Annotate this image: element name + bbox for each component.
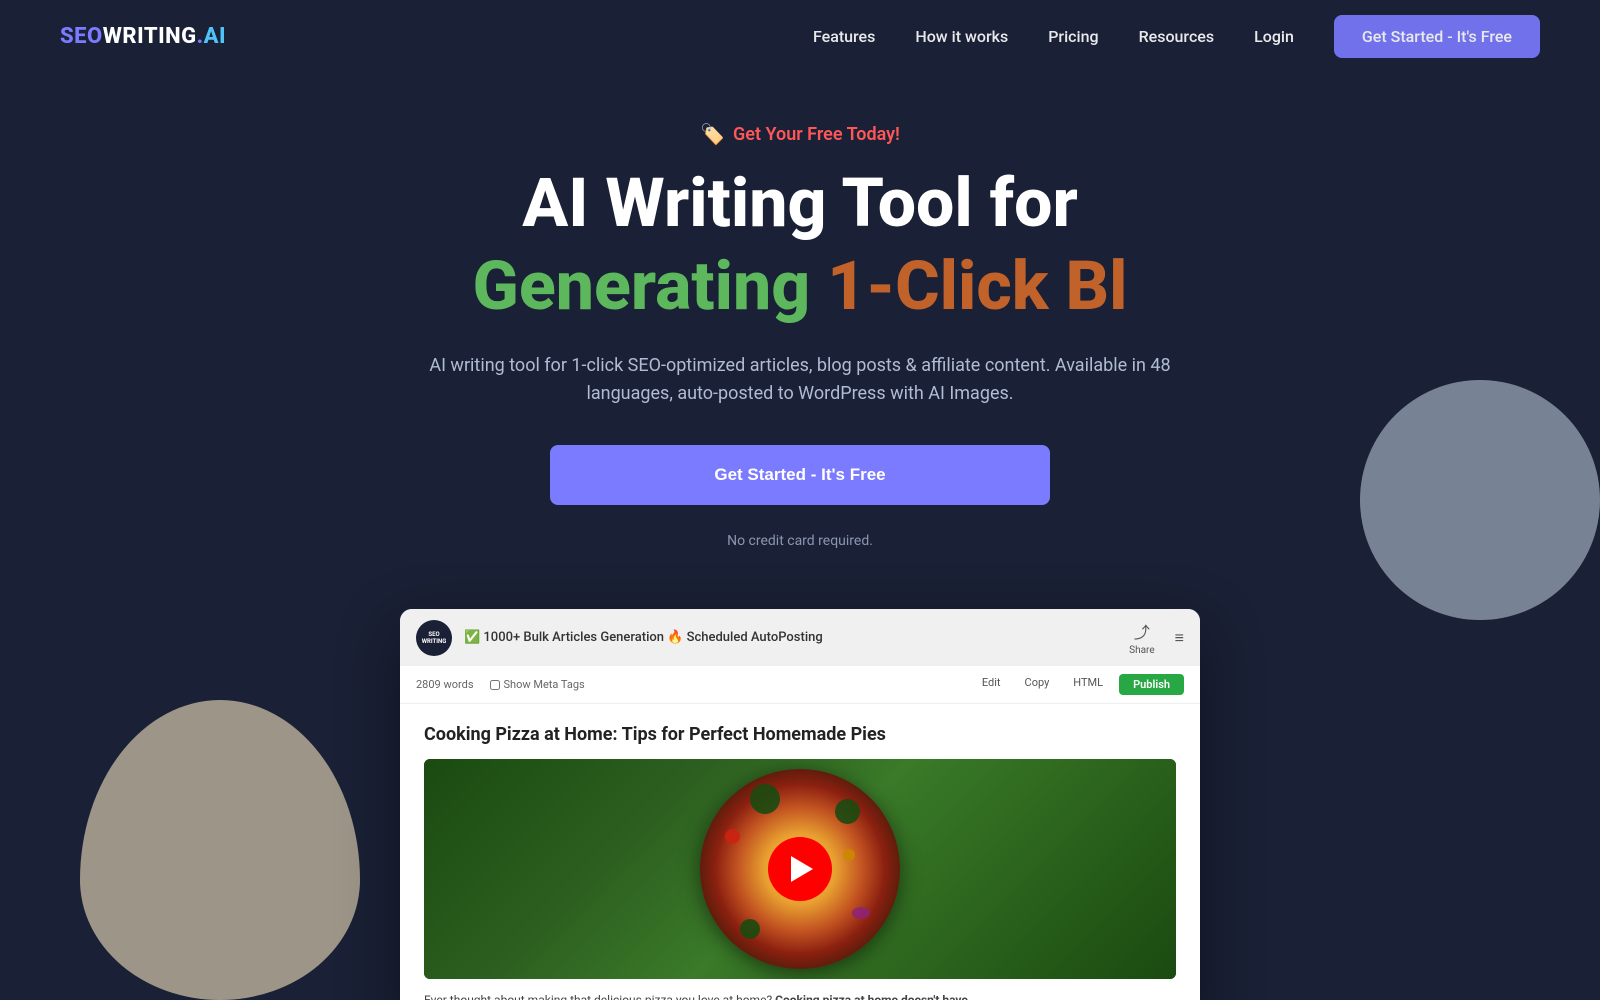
video-toolbar: SEOWRITING ✅ 1000+ Bulk Articles Generat…	[400, 609, 1200, 666]
video-content-bar: 2809 words Show Meta Tags Edit Copy HTML…	[400, 666, 1200, 704]
page-wrapper: SEOWRITING.AI Features How it works Pric…	[0, 0, 1600, 1000]
share-label: Share	[1129, 645, 1154, 656]
hero-section: 🏷️ Get Your Free Today! AI Writing Tool …	[0, 72, 1600, 609]
video-preview-container: SEOWRITING ✅ 1000+ Bulk Articles Generat…	[0, 609, 1600, 1000]
logo-dot: .	[197, 24, 204, 49]
article-image	[424, 759, 1176, 979]
logo-seo: SEO	[60, 24, 103, 49]
meta-tags-checkbox[interactable]: Show Meta Tags	[490, 678, 585, 691]
meta-tags-input[interactable]	[490, 680, 500, 690]
hero-badge: 🏷️ Get Your Free Today!	[700, 122, 900, 146]
action-buttons: Edit Copy HTML Publish	[974, 674, 1184, 695]
play-triangle-icon	[791, 856, 813, 882]
logo[interactable]: SEOWRITING.AI	[60, 24, 226, 49]
word-count: 2809 words	[416, 678, 474, 691]
share-icon: ⤴	[1134, 619, 1150, 643]
title-generating: Generating	[473, 246, 828, 326]
hero-subtitle: AI writing tool for 1-click SEO-optimize…	[420, 352, 1180, 410]
video-preview: SEOWRITING ✅ 1000+ Bulk Articles Generat…	[400, 609, 1200, 1000]
publish-button[interactable]: Publish	[1119, 674, 1184, 695]
html-button[interactable]: HTML	[1065, 674, 1111, 695]
badge-icon: 🏷️	[700, 122, 725, 146]
nav-how-it-works[interactable]: How it works	[915, 27, 1008, 46]
play-button[interactable]	[768, 837, 832, 901]
nav-cta-button[interactable]: Get Started - It's Free	[1334, 15, 1540, 58]
logo-ai: AI	[204, 24, 226, 49]
app-icon: SEOWRITING	[416, 620, 452, 656]
no-credit-text: No credit card required.	[20, 533, 1580, 549]
nav-links: Features How it works Pricing Resources …	[813, 15, 1540, 58]
nav-pricing[interactable]: Pricing	[1048, 27, 1098, 46]
nav-login[interactable]: Login	[1254, 27, 1294, 46]
hero-title-line2: Generating 1-Click Bl	[20, 249, 1580, 324]
toolbar-right: ⤴ Share ≡	[1129, 619, 1184, 656]
meta-tags-label: Show Meta Tags	[504, 678, 585, 691]
checkmark-icon: ✅	[464, 630, 480, 645]
copy-button[interactable]: Copy	[1017, 674, 1058, 695]
article-title: Cooking Pizza at Home: Tips for Perfect …	[424, 724, 1176, 745]
logo-writing: WRITING	[103, 24, 197, 49]
caption-normal: Ever thought about making that delicious…	[424, 993, 775, 1000]
toolbar-title: ✅ 1000+ Bulk Articles Generation 🔥 Sched…	[464, 630, 823, 645]
share-button[interactable]: ⤴ Share	[1129, 619, 1154, 656]
caption-bold: Cooking pizza at home doesn't have	[775, 993, 968, 1000]
article-caption: Ever thought about making that delicious…	[424, 991, 1176, 1000]
badge-text: Get Your Free Today!	[733, 124, 900, 145]
edit-button[interactable]: Edit	[974, 674, 1009, 695]
nav-resources[interactable]: Resources	[1139, 27, 1215, 46]
title-1click-bl: 1-Click Bl	[827, 246, 1127, 326]
hero-title-line1: AI Writing Tool for	[20, 166, 1580, 241]
toolbar-left: SEOWRITING ✅ 1000+ Bulk Articles Generat…	[416, 620, 823, 656]
nav-features[interactable]: Features	[813, 27, 875, 46]
menu-icon[interactable]: ≡	[1175, 628, 1184, 648]
hero-cta-button[interactable]: Get Started - It's Free	[550, 445, 1050, 505]
toolbar-title-text: 1000+ Bulk Articles Generation 🔥 Schedul…	[483, 630, 822, 645]
article-preview: Cooking Pizza at Home: Tips for Perfect …	[400, 704, 1200, 1000]
navbar: SEOWRITING.AI Features How it works Pric…	[0, 0, 1600, 72]
